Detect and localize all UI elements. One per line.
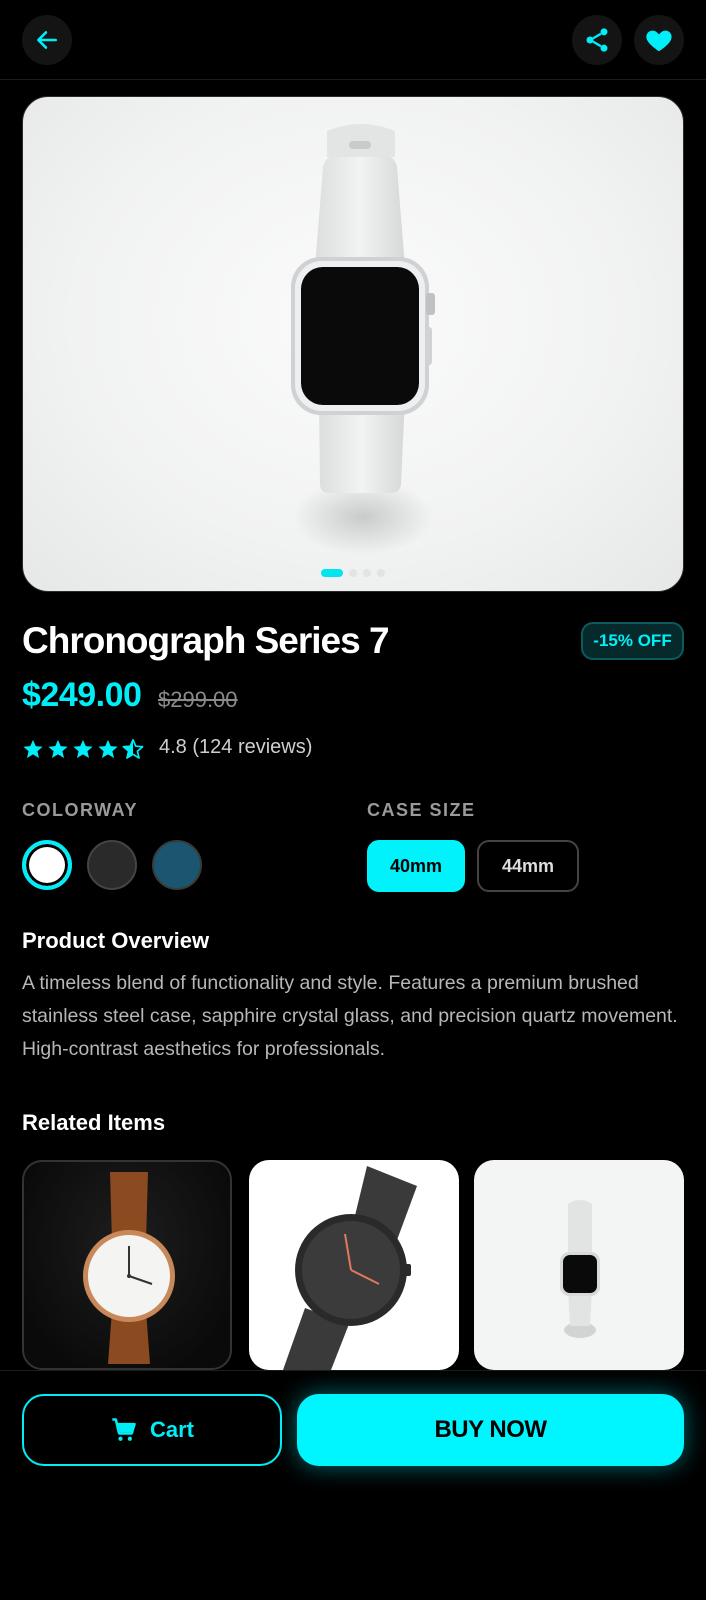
star-icon	[98, 739, 118, 758]
colorway-black[interactable]	[87, 840, 137, 890]
share-icon	[586, 28, 608, 52]
colorway-label: COLORWAY	[22, 800, 139, 820]
star-icon	[48, 739, 68, 758]
related-item-brown-leather-watch[interactable]	[22, 1160, 232, 1370]
rating-text: 4.8 (124 reviews)	[159, 736, 313, 758]
cart-icon	[112, 1418, 136, 1441]
related-item-black-mesh-watch[interactable]	[249, 1160, 459, 1370]
share-button[interactable]	[572, 15, 622, 65]
original-price: $299.00	[158, 687, 238, 712]
carousel-dot[interactable]	[349, 569, 357, 577]
carousel-dot[interactable]	[321, 569, 343, 577]
product-image-carousel[interactable]	[22, 96, 684, 592]
product-title: Chronograph Series 7	[22, 620, 390, 661]
star-icon	[23, 739, 43, 758]
heart-icon	[646, 30, 672, 52]
colorway-teal[interactable]	[152, 840, 202, 890]
favorite-button[interactable]	[634, 15, 684, 65]
overview-title: Product Overview	[22, 928, 210, 953]
star-icon	[73, 739, 93, 758]
smart-watch-image	[560, 1200, 600, 1338]
buy-now-button[interactable]: BUY NOW	[297, 1394, 684, 1466]
top-bar	[0, 0, 706, 80]
overview-text: A timeless blend of functionality and st…	[22, 972, 678, 1060]
half-star-icon	[122, 739, 144, 759]
add-to-cart-button[interactable]: Cart	[22, 1394, 282, 1466]
related-item-white-smart-watch[interactable]	[474, 1160, 684, 1370]
discount-badge: -15% OFF	[581, 622, 684, 660]
smartwatch-image	[291, 124, 435, 555]
arrow-left-icon	[37, 31, 57, 49]
related-title: Related Items	[22, 1110, 166, 1135]
size-44mm-button[interactable]: 44mm	[477, 840, 579, 892]
colorway-white[interactable]	[22, 840, 72, 890]
leather-watch-image	[83, 1172, 175, 1364]
cart-label: Cart	[149, 1417, 194, 1442]
carousel-dot[interactable]	[377, 569, 385, 577]
current-price: $249.00	[22, 676, 142, 714]
back-button[interactable]	[22, 15, 72, 65]
case-size-label: CASE SIZE	[367, 800, 476, 820]
size-40mm-button[interactable]: 40mm	[367, 840, 465, 892]
rating-stars	[22, 738, 144, 760]
mesh-watch-image	[283, 1166, 417, 1370]
carousel-dot[interactable]	[363, 569, 371, 577]
carousel-indicator[interactable]	[23, 569, 683, 577]
